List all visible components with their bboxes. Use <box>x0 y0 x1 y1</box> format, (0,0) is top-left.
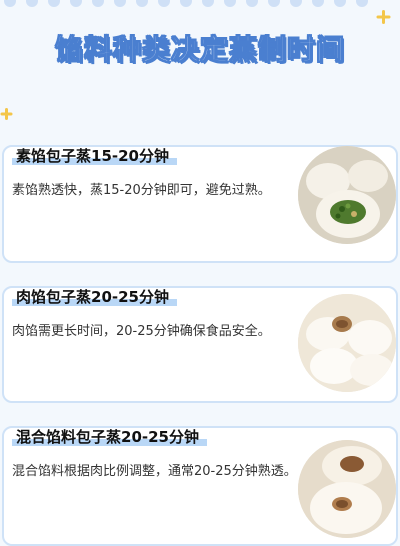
card-heading: 混合馅料包子蒸20-25分钟 <box>12 426 207 447</box>
mixed-bun-photo <box>298 440 396 538</box>
top-dot-border <box>0 0 400 14</box>
card-text: 混合馅料根据肉比例调整，通常20-25分钟熟透。 <box>12 464 297 479</box>
meat-bun-photo <box>298 294 396 392</box>
page-title: 馅料种类决定蒸制时间 <box>54 33 345 67</box>
card-heading: 素馅包子蒸15-20分钟 <box>12 145 177 166</box>
card-text: 肉馅需更长时间，20-25分钟确保食品安全。 <box>12 324 271 339</box>
sparkle-icon <box>0 108 12 120</box>
sparkle-icon <box>376 10 390 24</box>
vegetable-bun-photo <box>298 146 396 244</box>
card-heading: 肉馅包子蒸20-25分钟 <box>12 286 177 307</box>
card-text: 素馅熟透快，蒸15-20分钟即可，避免过熟。 <box>12 183 271 198</box>
